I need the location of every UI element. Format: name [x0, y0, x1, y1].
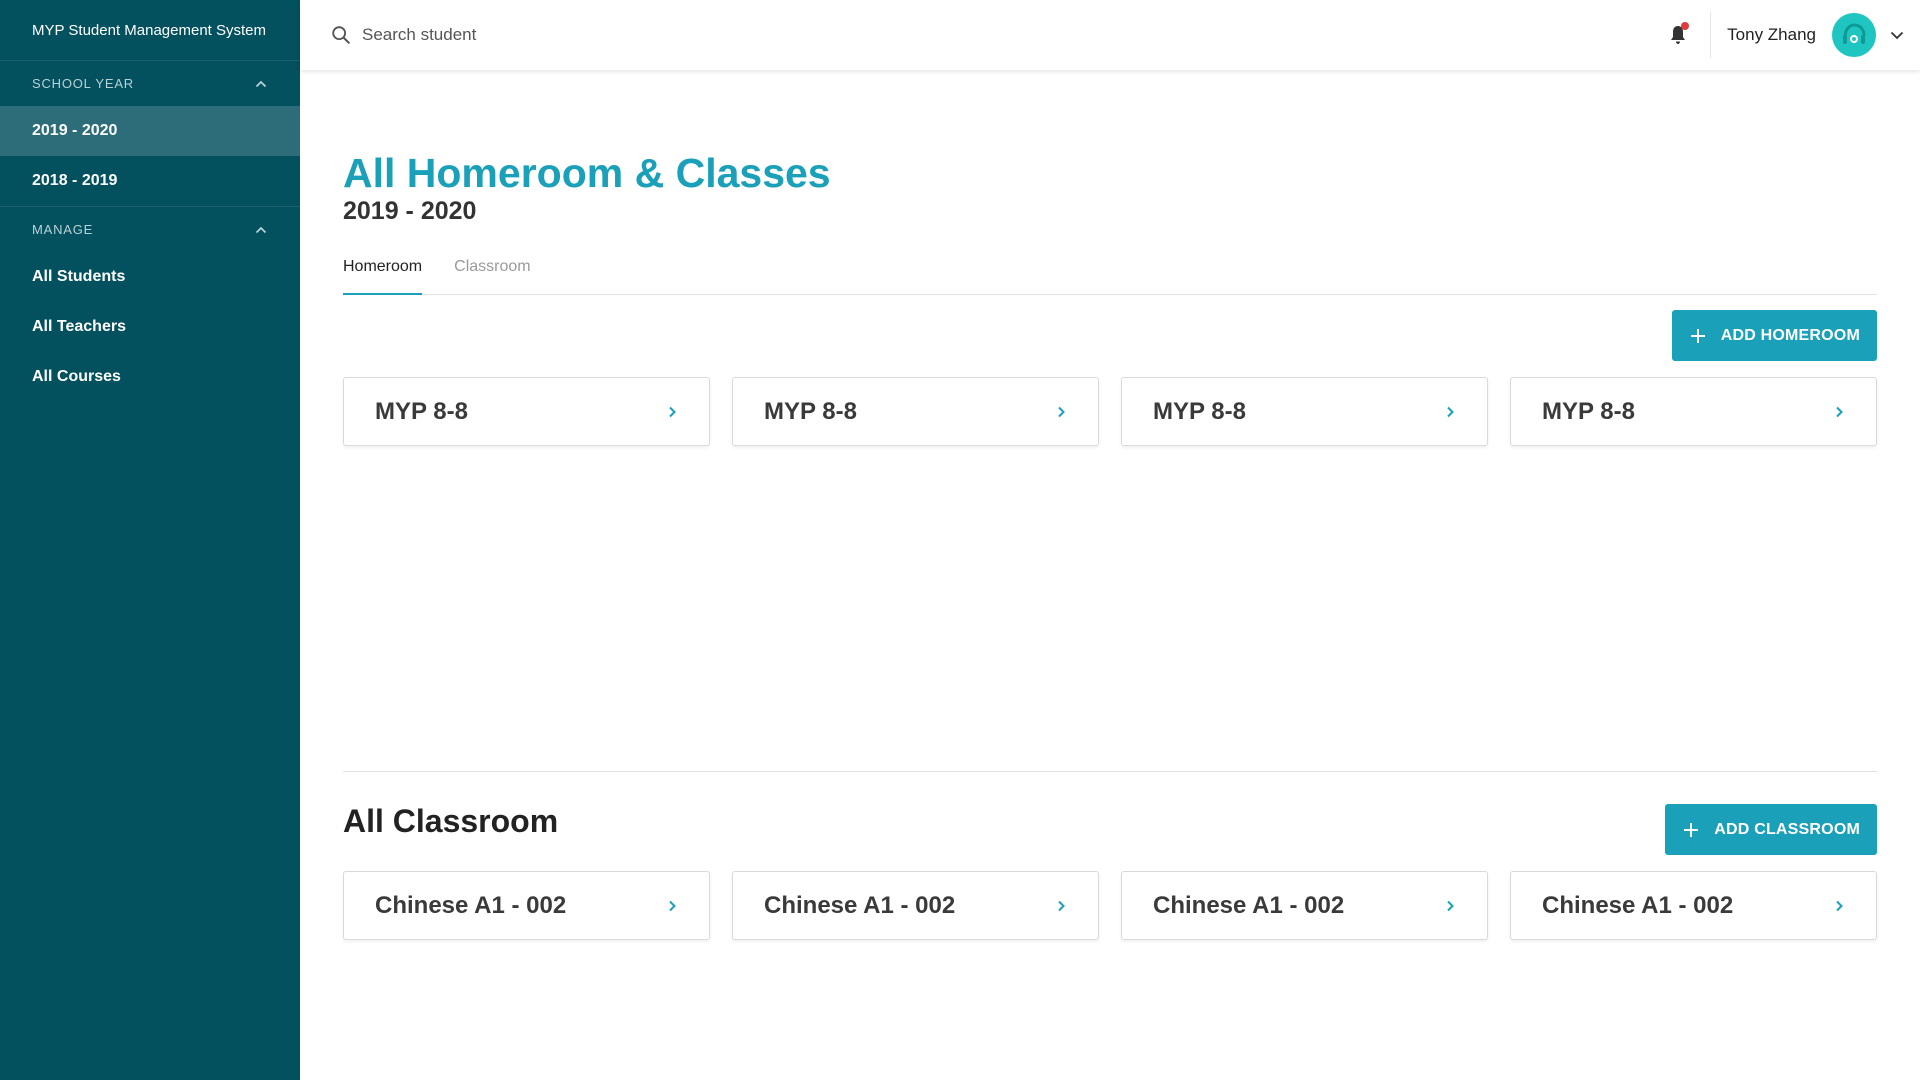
page-subtitle: 2019 - 2020: [343, 197, 477, 225]
chevron-right-icon: [1836, 406, 1843, 417]
classroom-section-title: All Classroom: [343, 803, 559, 839]
sidebar-item-2019-2020[interactable]: 2019 - 2020: [0, 106, 300, 156]
chevron-right-icon: [669, 406, 676, 417]
notification-button[interactable]: [1666, 22, 1690, 47]
page-title: All Homeroom & Classes: [343, 150, 831, 196]
card-label: Chinese A1 - 002: [1153, 891, 1345, 919]
search-input[interactable]: [362, 25, 762, 45]
classroom-card[interactable]: Chinese A1 - 002: [732, 871, 1099, 940]
section-label: SCHOOL YEAR: [32, 76, 134, 91]
chevron-up-icon[interactable]: [254, 77, 268, 91]
card-label: MYP 8-8: [764, 397, 857, 425]
card-label: Chinese A1 - 002: [375, 891, 567, 919]
homeroom-card[interactable]: MYP 8-8: [732, 377, 1099, 446]
chevron-right-icon: [1836, 900, 1843, 911]
plus-icon: [1690, 328, 1705, 343]
chevron-right-icon: [1447, 406, 1454, 417]
card-label: Chinese A1 - 002: [1542, 891, 1734, 919]
search-icon: [332, 26, 350, 44]
card-label: MYP 8-8: [1153, 397, 1246, 425]
avatar-icon: [1843, 23, 1866, 44]
sidebar-item-all-teachers[interactable]: All Teachers: [0, 302, 300, 352]
top-bar: Tony Zhang: [300, 0, 1920, 70]
tab-classroom[interactable]: Classroom: [454, 258, 530, 295]
chevron-right-icon: [1447, 900, 1454, 911]
homeroom-card[interactable]: MYP 8-8: [1510, 377, 1877, 446]
app-title: MYP Student Management System: [32, 22, 267, 39]
homeroom-card[interactable]: MYP 8-8: [1121, 377, 1488, 446]
chevron-down-icon[interactable]: [1888, 26, 1906, 44]
sidebar-item-label: All Students: [32, 268, 126, 285]
sidebar-item-label: All Courses: [32, 368, 121, 385]
card-label: MYP 8-8: [1542, 397, 1635, 425]
plus-icon: [1684, 822, 1699, 837]
user-area: Tony Zhang: [1666, 0, 1920, 70]
add-homeroom-button[interactable]: ADD HOMEROOM: [1671, 310, 1877, 361]
sidebar: MYP Student Management System SCHOOL YEA…: [0, 0, 300, 1080]
manage-section-header[interactable]: MANAGE: [0, 206, 300, 252]
sidebar-item-label: 2019 - 2020: [32, 122, 118, 139]
sidebar-item-label: All Teachers: [32, 318, 126, 335]
button-label: ADD CLASSROOM: [1714, 820, 1860, 838]
sidebar-item-all-students[interactable]: All Students: [0, 252, 300, 302]
classroom-card[interactable]: Chinese A1 - 002: [1121, 871, 1488, 940]
chevron-right-icon: [669, 900, 676, 911]
classroom-card-list: Chinese A1 - 002 Chinese A1 - 002 Chines…: [343, 871, 1877, 940]
sidebar-item-label: 2018 - 2019: [32, 172, 118, 189]
card-label: Chinese A1 - 002: [764, 891, 956, 919]
avatar[interactable]: [1832, 13, 1876, 57]
school-year-section-header[interactable]: SCHOOL YEAR: [0, 60, 300, 106]
section-divider: [343, 771, 1877, 772]
homeroom-card[interactable]: MYP 8-8: [343, 377, 710, 446]
divider: [1710, 12, 1712, 58]
tab-bar: Homeroom Classroom: [343, 258, 1877, 295]
chevron-right-icon: [1058, 406, 1065, 417]
card-label: MYP 8-8: [375, 397, 468, 425]
section-label: MANAGE: [32, 222, 94, 237]
sidebar-item-2018-2019[interactable]: 2018 - 2019: [0, 156, 300, 206]
chevron-up-icon[interactable]: [254, 223, 268, 237]
user-name: Tony Zhang: [1727, 25, 1816, 44]
homeroom-card-list: MYP 8-8 MYP 8-8 MYP 8-8 MYP 8-8: [343, 377, 1877, 446]
button-label: ADD HOMEROOM: [1720, 326, 1860, 344]
add-classroom-button[interactable]: ADD CLASSROOM: [1665, 804, 1877, 855]
chevron-right-icon: [1058, 900, 1065, 911]
classroom-card[interactable]: Chinese A1 - 002: [343, 871, 710, 940]
classroom-card[interactable]: Chinese A1 - 002: [1510, 871, 1877, 940]
sidebar-item-all-courses[interactable]: All Courses: [0, 352, 300, 402]
tab-homeroom[interactable]: Homeroom: [343, 258, 423, 295]
search-box: [330, 24, 762, 46]
